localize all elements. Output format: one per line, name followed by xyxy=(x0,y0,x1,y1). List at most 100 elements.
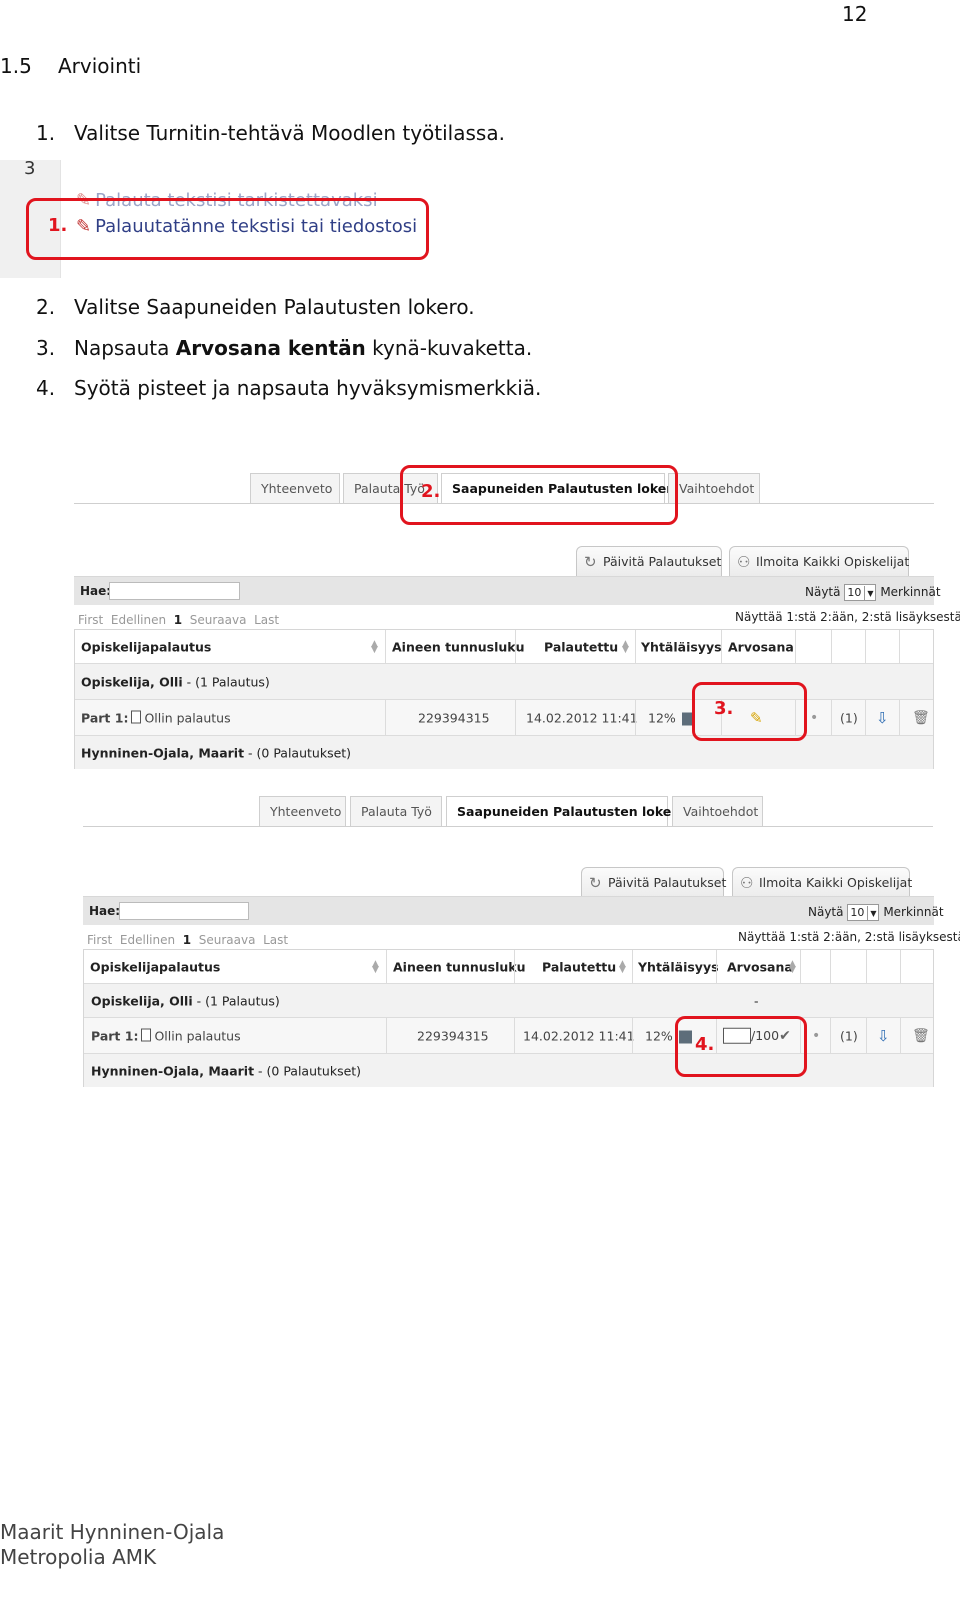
notify-label: Ilmoita Kaikki Opiskelijat xyxy=(759,875,913,890)
tab-submit[interactable]: Palauta Työ xyxy=(350,796,442,826)
page-size-control: Näytä 10 ▼ Merkinnät xyxy=(808,904,944,921)
step-number: 2. xyxy=(36,295,56,319)
col-grade[interactable]: Arvosana ▲ ▼ xyxy=(716,950,800,983)
refresh-label: Päivitä Palautukset xyxy=(608,875,727,890)
users-icon: ⚇ xyxy=(737,553,751,571)
section-title: Arviointi xyxy=(58,54,142,78)
similarity-score[interactable]: 12% xyxy=(645,1028,673,1043)
refresh-button[interactable]: ↻ Päivitä Palautukset xyxy=(576,546,722,576)
marker-1: 1. xyxy=(48,215,68,236)
entries-label: Merkinnät xyxy=(880,585,941,599)
submitted-date: 14.02.2012 11:41 xyxy=(523,1028,635,1043)
document-icon xyxy=(131,710,142,723)
pager-first[interactable]: First xyxy=(78,613,103,627)
pager-current: 1 xyxy=(173,613,183,627)
callout-1 xyxy=(26,198,429,260)
pager-last[interactable]: Last xyxy=(254,613,279,627)
trash-icon[interactable]: 🗑 xyxy=(912,710,930,726)
student-name: Hynninen-Ojala, Maarit xyxy=(91,1063,255,1078)
footer-org: Metropolia AMK xyxy=(0,1545,157,1569)
tab-options[interactable]: Vaihtoehdot xyxy=(672,796,763,826)
files-count[interactable]: (1) xyxy=(840,710,858,725)
col-paper-id[interactable]: Aineen tunnusluku xyxy=(385,630,524,663)
callout-2 xyxy=(400,465,678,525)
refresh-button[interactable]: ↻ Päivitä Palautukset xyxy=(581,867,727,897)
student-row: Hynninen-Ojala, Maarit - (0 Palautukset) xyxy=(75,736,933,769)
step-text-pre: Napsauta xyxy=(74,336,176,360)
col-blank-3 xyxy=(866,950,900,983)
download-icon[interactable]: ⇩ xyxy=(876,709,889,727)
pager-current: 1 xyxy=(182,933,192,947)
download-icon[interactable]: ⇩ xyxy=(877,1027,890,1045)
marker-4: 4. xyxy=(695,1034,715,1055)
part-title[interactable]: Ollin palautus xyxy=(144,710,230,725)
page-size-value: 10 xyxy=(847,586,862,599)
step-number: 3. xyxy=(36,336,56,360)
page-size-select[interactable]: 10 ▼ xyxy=(847,904,880,921)
footer-author: Maarit Hynninen-Ojala xyxy=(0,1520,225,1544)
col-student[interactable]: Opiskelijapalautus ▲ ▼ xyxy=(84,950,386,983)
pager-last[interactable]: Last xyxy=(263,933,288,947)
show-label: Näytä xyxy=(805,585,841,599)
similarity-score[interactable]: 12% xyxy=(648,710,676,725)
tab-inbox[interactable]: Saapuneiden Palautusten lokero xyxy=(446,796,686,826)
page-number: 12 xyxy=(842,2,868,26)
part-title[interactable]: Ollin palautus xyxy=(154,1028,240,1043)
sort-icon: ▲ ▼ xyxy=(789,958,796,975)
student-name: Hynninen-Ojala, Maarit xyxy=(81,745,245,760)
col-similarity[interactable]: Yhtäläisyys xyxy=(635,630,722,663)
student-name: Opiskelija, Olli xyxy=(81,674,183,689)
submitted-date: 14.02.2012 11:41 xyxy=(526,710,638,725)
dropdown-arrow-icon: ▼ xyxy=(867,906,876,921)
pager-next[interactable]: Seuraava xyxy=(199,933,256,947)
tab-summary[interactable]: Yhteenveto xyxy=(259,796,346,826)
student-name: Opiskelija, Olli xyxy=(91,993,193,1008)
pager-next[interactable]: Seuraava xyxy=(190,613,247,627)
pager: First Edellinen 1 Seuraava Last xyxy=(87,933,288,947)
pager-prev[interactable]: Edellinen xyxy=(111,613,166,627)
refresh-label: Päivitä Palautukset xyxy=(603,554,722,569)
part-label: Part 1: xyxy=(81,710,129,725)
files-count[interactable]: (1) xyxy=(840,1028,858,1043)
col-blank-2 xyxy=(831,630,865,663)
users-icon: ⚇ xyxy=(740,874,754,892)
page-size-value: 10 xyxy=(850,906,865,919)
search-input[interactable] xyxy=(119,902,249,920)
part-label: Part 1: xyxy=(91,1028,139,1043)
tab-summary[interactable]: Yhteenveto xyxy=(250,473,340,503)
notify-button[interactable]: ⚇ Ilmoita Kaikki Opiskelijat xyxy=(729,546,909,576)
step-text-post: kynä-kuvaketta. xyxy=(365,336,533,360)
col-submitted[interactable]: Palautettu ▲ ▼ xyxy=(514,950,632,983)
col-grade[interactable]: Arvosana xyxy=(721,630,795,663)
search-label: Hae: xyxy=(89,904,121,918)
pager: First Edellinen 1 Seuraava Last xyxy=(78,613,279,627)
col-blank-4 xyxy=(899,630,935,663)
table-header: Opiskelijapalautus ▲ ▼ Aineen tunnusluku P… xyxy=(84,950,933,984)
page-size-select[interactable]: 10 ▼ xyxy=(844,584,877,601)
step-1: 1. Valitse Turnitin-tehtävä Moodlen työti… xyxy=(36,121,505,145)
pager-prev[interactable]: Edellinen xyxy=(120,933,175,947)
search-input[interactable] xyxy=(109,582,240,600)
notify-button[interactable]: ⚇ Ilmoita Kaikki Opiskelijat xyxy=(732,867,913,897)
col-blank-4 xyxy=(900,950,935,983)
sort-icon: ▲ ▼ xyxy=(372,958,379,975)
col-submitted[interactable]: Palautettu ▲ ▼ xyxy=(515,630,635,663)
notify-label: Ilmoita Kaikki Opiskelijat xyxy=(756,554,910,569)
trash-icon[interactable]: 🗑 xyxy=(912,1028,930,1044)
step-text: Valitse Turnitin-tehtävä Moodlen työtila… xyxy=(74,121,505,145)
entries-label: Merkinnät xyxy=(883,905,944,919)
pager-first[interactable]: First xyxy=(87,933,112,947)
tab-options[interactable]: Vaihtoehdot xyxy=(668,473,760,503)
grade-dash: - xyxy=(754,993,759,1008)
moodle-section-number: 3 xyxy=(24,158,36,179)
callout-3 xyxy=(692,682,807,741)
document-icon xyxy=(141,1028,152,1041)
search-bar: Hae: Näytä 10 ▼ Merkinnät xyxy=(74,576,941,605)
paper-id: 229394315 xyxy=(418,710,490,725)
col-student[interactable]: Opiskelijapalautus ▲ ▼ xyxy=(75,630,385,663)
col-similarity[interactable]: Yhtäläisyys xyxy=(632,950,719,983)
showing-count: Näyttää 1:stä 2:ään, 2:stä lisäyksestä. xyxy=(735,610,960,624)
step-number: 4. xyxy=(36,376,56,400)
col-paper-id[interactable]: Aineen tunnusluku xyxy=(386,950,525,983)
step-number: 1. xyxy=(36,121,56,145)
